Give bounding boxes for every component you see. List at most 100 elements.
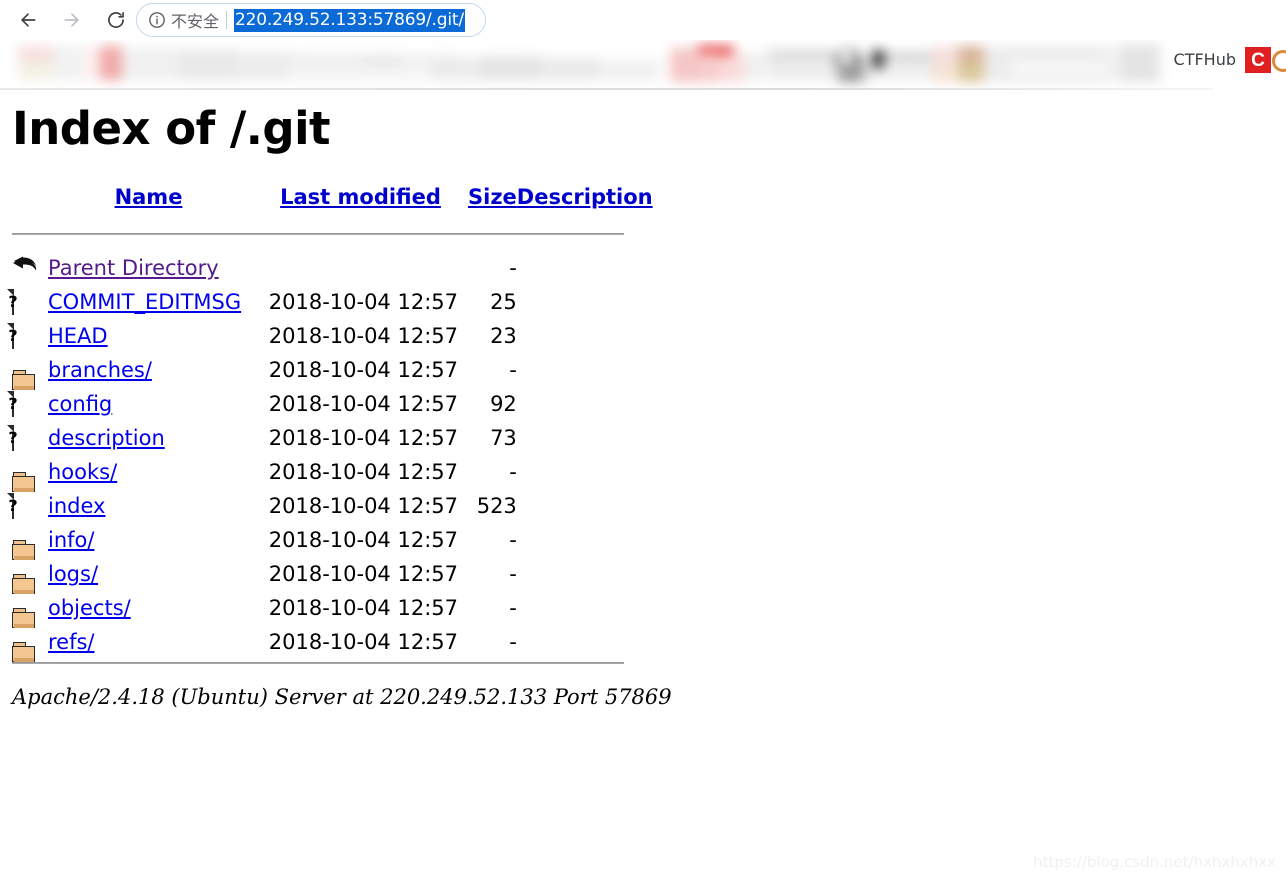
reload-button[interactable]: [100, 4, 132, 36]
row-icon-cell: ?: [7, 319, 48, 353]
row-name-cell: branches/: [48, 353, 253, 387]
file-link[interactable]: info/: [48, 528, 94, 552]
info-circle-icon[interactable]: [147, 10, 167, 30]
sort-by-size-link[interactable]: Size: [468, 185, 517, 209]
row-icon-cell: ?: [7, 387, 48, 421]
row-size-cell: -: [509, 460, 517, 484]
server-signature: Apache/2.4.18 (Ubuntu) Server at 220.249…: [12, 685, 672, 709]
file-link[interactable]: description: [48, 426, 165, 450]
row-size-cell: -: [509, 358, 517, 382]
table-row: branches/2018-10-04 12:57 -: [12, 353, 657, 390]
row-name-cell: objects/: [48, 591, 253, 625]
row-modified-cell: 2018-10-04 12:57: [268, 324, 458, 348]
table-header-row: Name Last modified Size Description: [12, 185, 657, 217]
header-name[interactable]: Name: [48, 185, 253, 217]
unknown-file-icon: ?: [7, 289, 18, 315]
row-name-cell: index: [48, 489, 253, 523]
row-modified-cell: 2018-10-04 12:57: [268, 290, 458, 314]
row-description-cell: [517, 625, 657, 659]
header-description[interactable]: Description: [517, 185, 657, 217]
bookmarks-bar[interactable]: [0, 40, 1286, 90]
row-description-cell: [517, 285, 657, 319]
file-link[interactable]: logs/: [48, 562, 98, 586]
directory-listing-table: Name Last modified Size Description Pare…: [7, 185, 657, 662]
file-link[interactable]: branches/: [48, 358, 152, 382]
table-row: ? description 2018-10-04 12:57 73: [7, 421, 657, 455]
row-description-cell: [517, 523, 657, 557]
row-modified-cell: 2018-10-04 12:57: [268, 392, 458, 416]
back-arrow-icon: [12, 256, 38, 281]
row-size-cell: 92: [490, 392, 517, 416]
back-button[interactable]: [12, 4, 44, 36]
file-link[interactable]: HEAD: [48, 324, 108, 348]
file-link[interactable]: config: [48, 392, 112, 416]
forward-arrow-icon: [62, 10, 82, 30]
row-icon-cell: ?: [7, 421, 48, 455]
url-input[interactable]: 220.249.52.133:57869/.git/: [234, 8, 465, 32]
watermark: https://blog.csdn.net/hxhxhxhxx: [1033, 853, 1276, 871]
file-link[interactable]: COMMIT_EDITMSG: [48, 290, 241, 314]
row-modified-cell: 2018-10-04 12:57: [268, 358, 458, 382]
table-row: ? config 2018-10-04 12:57 92: [7, 387, 657, 421]
apache-directory-index: Index of /.git Name Last modified Size D…: [0, 90, 1286, 879]
table-row: ? index 2018-10-04 12:57 523: [7, 489, 657, 523]
row-icon-cell: [12, 353, 48, 390]
file-link[interactable]: objects/: [48, 596, 131, 620]
row-name-cell: info/: [48, 523, 253, 557]
header-size[interactable]: Size: [468, 185, 517, 217]
table-row: refs/2018-10-04 12:57 -: [12, 625, 657, 662]
row-size-cell: 523: [476, 494, 517, 518]
browser-toolbar: 不安全 220.249.52.133:57869/.git/: [0, 0, 1286, 40]
sort-by-description-link[interactable]: Description: [517, 185, 653, 209]
header-last-modified[interactable]: Last modified: [253, 185, 468, 217]
page-title: Index of /.git: [12, 102, 331, 155]
row-description-cell: [517, 421, 657, 455]
security-status-text: 不安全: [171, 12, 220, 31]
forward-button: [56, 4, 88, 36]
row-modified-cell: 2018-10-04 12:57: [268, 494, 458, 518]
file-link[interactable]: refs/: [48, 630, 95, 654]
row-size-cell: -: [509, 596, 517, 620]
row-description-cell: [517, 251, 657, 285]
bookmark-item-ctfhub[interactable]: CTFHub: [1174, 50, 1236, 69]
file-link[interactable]: Parent Directory: [48, 256, 219, 280]
listing-top-rule: [12, 233, 624, 235]
row-modified-cell: 2018-10-04 12:57: [268, 528, 458, 552]
row-name-cell: refs/: [48, 625, 253, 659]
row-icon-cell: ?: [7, 489, 48, 523]
directory-listing-body: Parent Directory -? COMMIT_EDITMSG 2018-10-…: [7, 217, 657, 662]
row-name-cell: config: [48, 387, 253, 421]
row-modified-cell: 2018-10-04 12:57: [268, 460, 458, 484]
row-size-cell: -: [509, 630, 517, 654]
sort-by-date-link[interactable]: Last modified: [280, 185, 441, 209]
header-icon-spacer: [12, 185, 48, 217]
table-row: ? COMMIT_EDITMSG 2018-10-04 12:57 25: [7, 285, 657, 319]
row-name-cell: HEAD: [48, 319, 253, 353]
row-description-cell: [517, 489, 657, 523]
row-description-cell: [517, 591, 657, 625]
row-description-cell: [517, 319, 657, 353]
row-icon-cell: ?: [7, 285, 48, 319]
listing-bottom-rule: [12, 662, 624, 664]
ctfhub-favicon-icon[interactable]: C: [1245, 47, 1271, 73]
row-icon-cell: [12, 251, 48, 285]
row-modified-cell: [253, 251, 468, 285]
row-icon-cell: [12, 591, 48, 628]
unknown-file-icon: ?: [7, 323, 18, 349]
row-icon-cell: [12, 625, 48, 662]
table-row: objects/2018-10-04 12:57 -: [12, 591, 657, 628]
row-size-cell: -: [509, 528, 517, 552]
row-description-cell: [517, 455, 657, 489]
bookmarks-blurred-region: [0, 40, 1286, 90]
row-description-cell: [517, 387, 657, 421]
sort-by-name-link[interactable]: Name: [115, 185, 183, 209]
file-link[interactable]: index: [48, 494, 105, 518]
row-modified-cell: 2018-10-04 12:57: [268, 562, 458, 586]
row-size-cell: -: [509, 256, 517, 280]
row-modified-cell: 2018-10-04 12:57: [268, 596, 458, 620]
table-row: ? HEAD 2018-10-04 12:57 23: [7, 319, 657, 353]
file-link[interactable]: hooks/: [48, 460, 117, 484]
unknown-file-icon: ?: [7, 493, 18, 519]
row-name-cell: hooks/: [48, 455, 253, 489]
address-bar[interactable]: 不安全 220.249.52.133:57869/.git/: [136, 3, 486, 37]
